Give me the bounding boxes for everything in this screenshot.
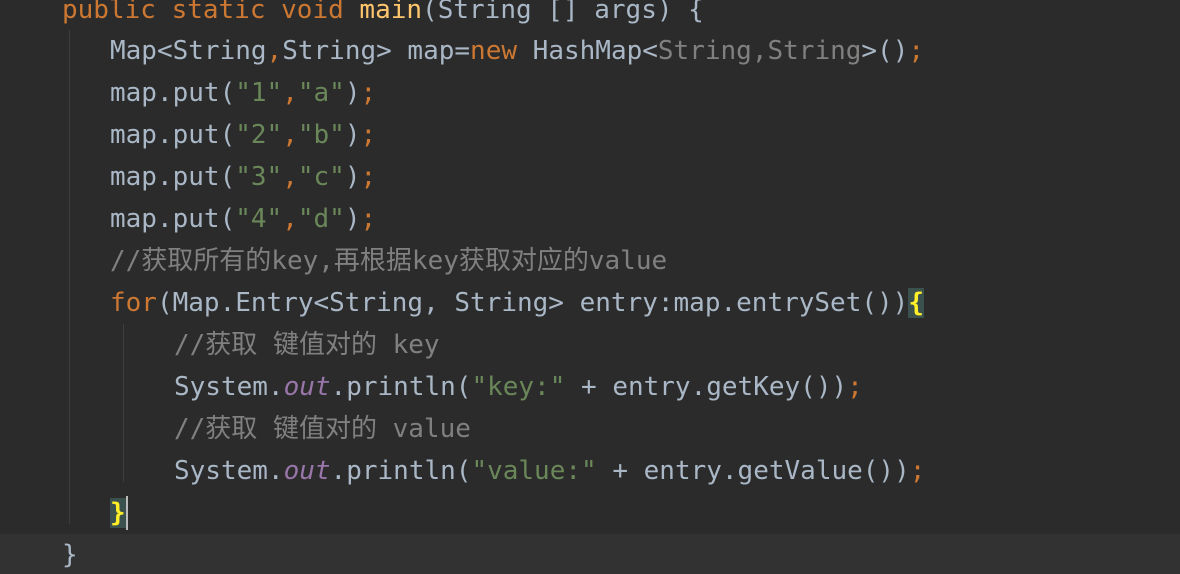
code-token: //获取 键值对的 key	[174, 330, 440, 360]
code-line[interactable]: map.put("3","c");	[0, 156, 1180, 198]
matched-brace: {	[908, 288, 924, 318]
code-line[interactable]: //获取 键值对的 key	[0, 324, 1180, 366]
code-token: out	[283, 372, 331, 402]
code-line[interactable]: map.put("4","d");	[0, 198, 1180, 240]
code-token: map.put(	[110, 120, 236, 150]
code-token: map.put(	[110, 78, 236, 108]
code-token: (String [] args) {	[422, 0, 704, 25]
code-token: )	[344, 162, 361, 192]
text-caret[interactable]	[126, 496, 128, 530]
code-token: ;	[360, 204, 377, 234]
code-line[interactable]: map.put("2","b");	[0, 114, 1180, 156]
code-token: + entry.getValue())	[596, 456, 910, 486]
code-token: public static void	[62, 0, 360, 25]
code-line[interactable]: for(Map.Entry<String, String> entry:map.…	[0, 282, 1180, 324]
code-token: }	[62, 540, 78, 570]
code-line[interactable]: //获取 键值对的 value	[0, 408, 1180, 450]
code-line[interactable]: System.out.println("key:" + entry.getKey…	[0, 366, 1180, 408]
code-token: ;	[909, 456, 926, 486]
code-token: map.put(	[110, 204, 236, 234]
code-token: "4"	[235, 204, 283, 234]
code-token: map.put(	[110, 162, 236, 192]
code-line[interactable]: public static void main(String [] args) …	[0, 0, 1180, 31]
code-token: "b"	[297, 120, 345, 150]
code-token: //获取所有的key,再根据key获取对应的value	[110, 246, 668, 276]
code-token: ;	[908, 36, 925, 66]
code-token: >()	[861, 36, 909, 66]
code-token: new	[470, 36, 533, 66]
code-line[interactable]: map.put("1","a");	[0, 72, 1180, 114]
code-token: )	[344, 78, 361, 108]
code-token: ,	[282, 162, 298, 192]
code-line[interactable]: }	[0, 534, 1180, 574]
code-token: )	[344, 204, 361, 234]
code-line[interactable]: //获取所有的key,再根据key获取对应的value	[0, 240, 1180, 282]
code-token: "value:"	[471, 456, 597, 486]
code-token: .println(	[330, 372, 472, 402]
code-token: "c"	[297, 162, 345, 192]
code-token: .println(	[330, 456, 472, 486]
code-token: )	[344, 120, 361, 150]
code-token: "a"	[297, 78, 345, 108]
code-token: ;	[847, 372, 863, 402]
code-token: "1"	[235, 78, 283, 108]
code-token: "d"	[297, 204, 345, 234]
code-token: ,	[282, 120, 298, 150]
code-token: for	[110, 288, 157, 318]
code-token: ;	[360, 120, 377, 150]
code-token: System.	[174, 372, 284, 402]
code-token: (Map.Entry<String, String> entry:map.ent…	[156, 288, 909, 318]
code-token: String,String	[657, 36, 862, 66]
code-token: + entry.getKey())	[565, 372, 848, 402]
code-token: ,	[282, 204, 298, 234]
code-token: ;	[360, 162, 377, 192]
code-editor[interactable]: public static void main(String [] args) …	[0, 0, 1180, 574]
code-token: ,	[282, 78, 298, 108]
code-line[interactable]: Map<String,String> map=new HashMap<Strin…	[0, 30, 1180, 72]
code-token: ,	[266, 36, 283, 66]
code-line[interactable]: }	[0, 492, 1180, 534]
code-token: System.	[174, 456, 284, 486]
code-token: ;	[360, 78, 377, 108]
code-token: "2"	[235, 120, 283, 150]
code-token: HashMap<	[532, 36, 658, 66]
code-token: "key:"	[471, 372, 566, 402]
code-token: "3"	[235, 162, 283, 192]
code-token: main	[359, 0, 423, 25]
code-token: out	[283, 456, 331, 486]
code-line[interactable]: System.out.println("value:" + entry.getV…	[0, 450, 1180, 492]
matched-brace: }	[110, 498, 126, 528]
code-token: String> map=	[282, 36, 471, 66]
code-token: Map<String	[110, 36, 267, 66]
code-token: //获取 键值对的 value	[174, 414, 471, 444]
